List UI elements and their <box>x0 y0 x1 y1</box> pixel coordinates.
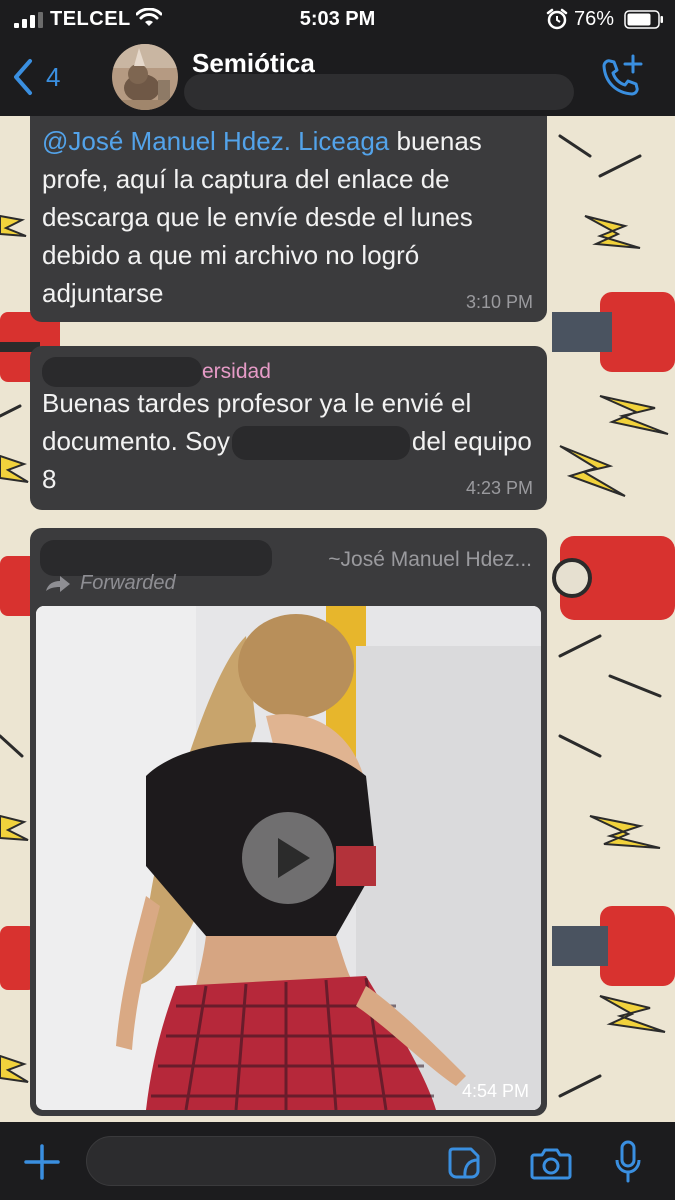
sender-name[interactable]: ersidad <box>202 360 271 384</box>
camera-icon[interactable] <box>530 1146 572 1180</box>
redacted-sender <box>40 540 272 576</box>
forward-icon <box>46 575 70 592</box>
add-call-icon[interactable] <box>598 54 644 98</box>
forwarded-header: ~José Manuel Hdez... <box>40 538 540 576</box>
message-input[interactable] <box>86 1136 496 1186</box>
video-thumbnail[interactable]: 4:54 PM <box>36 606 541 1110</box>
play-button[interactable] <box>242 812 334 904</box>
message-bubble[interactable]: ersidad Buenas tardes profesor ya le env… <box>30 346 547 510</box>
input-bar <box>0 1122 675 1200</box>
message-time: 4:23 PM <box>465 478 533 498</box>
back-button[interactable]: 4 <box>10 52 80 102</box>
microphone-icon[interactable] <box>614 1140 642 1184</box>
forwarded-label: Forwarded <box>80 572 176 594</box>
sticker-icon[interactable] <box>447 1146 481 1180</box>
status-bar: TELCEL 5:03 PM 76% <box>0 0 675 38</box>
group-avatar[interactable] <box>112 44 178 110</box>
alarm-icon <box>546 8 568 30</box>
forwarded-row: Forwarded <box>44 572 176 595</box>
plus-icon[interactable] <box>22 1142 62 1182</box>
chat-header: 4 Semiótica <box>0 38 675 116</box>
play-icon <box>278 838 310 878</box>
battery-icon <box>624 10 663 29</box>
forwarded-sender[interactable]: ~José Manuel Hdez... <box>328 548 532 572</box>
message-time: 3:10 PM <box>465 292 533 312</box>
chat-area[interactable]: @José Manuel Hdez. Liceaga buenas profe,… <box>0 116 675 1122</box>
redacted-sender <box>42 357 202 387</box>
chevron-left-icon <box>14 59 32 95</box>
message-text: @José Manuel Hdez. Liceaga buenas profe,… <box>42 122 542 312</box>
unread-count: 4 <box>46 61 61 92</box>
redacted-name <box>231 426 410 461</box>
message-time: 4:54 PM <box>461 1081 529 1101</box>
message-bubble[interactable]: @José Manuel Hdez. Liceaga buenas profe,… <box>30 116 547 322</box>
battery-percentage: 76% <box>574 8 615 30</box>
redacted-subtitle <box>184 74 574 110</box>
message-bubble[interactable]: ~José Manuel Hdez... Forwarded 4:54 PM <box>30 528 547 1116</box>
mention-link[interactable]: @José Manuel Hdez. Liceaga <box>42 126 389 156</box>
